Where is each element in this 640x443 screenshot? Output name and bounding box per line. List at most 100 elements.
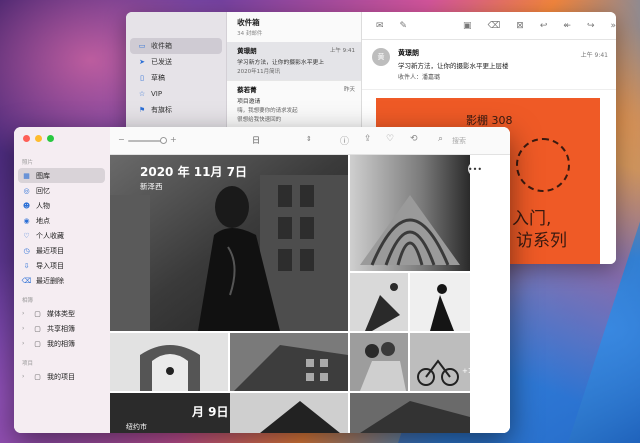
message-preview: 很想给我快速回的 [237, 117, 282, 123]
mailbox-label: 收件箱 [151, 42, 172, 50]
flag-icon: ⚑ [138, 106, 146, 114]
chevron-right-icon[interactable]: › [22, 325, 28, 332]
memories-icon: ◎ [23, 186, 30, 195]
photo-tile-silhouette[interactable] [410, 273, 470, 331]
photo-tile-tunnel[interactable] [350, 155, 470, 271]
view-stepper-icon[interactable]: ⇕ [306, 135, 312, 143]
message-sender: 蔡若菁 [237, 86, 257, 94]
sidebar-item[interactable]: ⇩ 导入项目 [14, 258, 110, 273]
mailbox-item[interactable]: ☆ VIP [126, 86, 226, 102]
mailbox-item[interactable]: ⚑ 有旗标 [126, 102, 226, 118]
sidebar-item-label: 共享相簿 [47, 324, 75, 333]
close-button[interactable] [23, 135, 30, 142]
zoom-slider[interactable] [128, 137, 167, 144]
photo-tile-street[interactable] [350, 393, 470, 433]
sidebar-item[interactable]: › ▢ 共享相簿 [14, 321, 110, 336]
compose-icon[interactable]: ✎ [400, 21, 408, 31]
zoom-slider-knob[interactable] [160, 137, 167, 144]
sidebar-item[interactable]: ◎ 回忆 [14, 183, 110, 198]
rotate-icon[interactable]: ⟲ [410, 134, 418, 144]
reply-all-icon[interactable]: ↞ [563, 21, 571, 31]
moment-date: 2020 年 11月 7日 [140, 165, 247, 179]
sidebar-item[interactable]: ⌫ 最近删除 [14, 273, 110, 288]
photo-tile-building[interactable] [230, 333, 348, 391]
photo-tile-cyclist[interactable] [410, 333, 470, 391]
sidebar-item[interactable]: ◷ 最近项目 [14, 243, 110, 258]
sidebar-item[interactable]: › ▢ 媒体类型 [14, 306, 110, 321]
sidebar-item-label: 媒体类型 [47, 309, 75, 318]
photo-tile-arch[interactable] [110, 333, 228, 391]
message-row[interactable]: 黄璟朗 上午 9:41 学习新方法，让你的摄影水平更上 2020年11月简讯 [227, 42, 361, 81]
sidebar-item[interactable]: ♡ 个人收藏 [14, 228, 110, 243]
more-chevron-icon[interactable]: » [610, 21, 616, 31]
sidebar-item[interactable]: ▦ 图库 [18, 168, 105, 183]
message-date: 上午 9:41 [580, 52, 608, 59]
photos-toolbar: − + 日 ⇕ ⓘ ⇪ ♡ ⟲ ⌕ 搜索 [110, 127, 510, 155]
imports-icon: ⇩ [23, 261, 30, 270]
message-row[interactable]: 蔡若菁 昨天 项目邀请 嗨，我想要你的请求发起 很想给我快速回的 [227, 81, 361, 129]
sidebar-section-title: 相簿 [22, 298, 34, 304]
sidebar-section-title: 项目 [22, 361, 34, 367]
share-icon[interactable]: ⇪ [364, 134, 372, 144]
star-icon: ☆ [138, 90, 146, 98]
zoom-in-icon[interactable]: + [170, 135, 177, 144]
sidebar-section-title: 照片 [22, 160, 34, 166]
photo-tile-couple[interactable] [350, 333, 408, 391]
reply-icon[interactable]: ↩ [540, 21, 548, 31]
sidebar-item-label: 导入项目 [36, 261, 64, 270]
view-mode-label[interactable]: 日 [252, 135, 260, 146]
search-icon[interactable]: ⌕ [438, 134, 443, 144]
sidebar-item-label: 回忆 [36, 186, 50, 195]
photo-grid-tiles [110, 155, 470, 433]
chevron-right-icon[interactable]: › [22, 310, 28, 317]
favorite-icon[interactable]: ♡ [386, 134, 394, 144]
trash-icon[interactable]: ⌫ [488, 21, 501, 31]
mailbox-label: 已发送 [151, 58, 172, 66]
inbox-icon: ▭ [138, 42, 146, 50]
message-subject: 项目邀请 [237, 99, 261, 105]
more-options-button[interactable]: ••• [468, 162, 482, 176]
favorites-icon: ♡ [23, 231, 30, 240]
message-preview: 嗨，我想要你的请求发起 [237, 108, 298, 114]
zoom-button[interactable] [47, 135, 54, 142]
sidebar-item[interactable]: › ▢ 我的相簿 [14, 336, 110, 351]
message-time: 上午 9:41 [329, 48, 355, 54]
message-header: 黄 黄璟朗 学习新方法，让你的摄影水平更上层楼 收件人：潘嘉璐 [361, 40, 616, 90]
search-input[interactable]: 搜索 [452, 136, 466, 146]
people-icon: ☻ [22, 201, 31, 210]
banner-title: 影棚 308 [465, 114, 513, 127]
photos-window: 照片 ▦ 图库 ◎ 回忆 ☻ 人物 ◉ 地点 ♡ 个人收藏 ◷ 最近项目 ⇩ 导入项目 ⌫ 最近删除相簿 › ▢ 媒体… [14, 127, 510, 433]
photo-grid: 2020 年 11月 7日 新泽西 ••• +1 月 9日 纽约市 [110, 155, 510, 433]
library-icon: ▦ [23, 171, 30, 180]
sidebar-item-label: 我的相簿 [47, 339, 75, 348]
zoom-out-icon[interactable]: − [118, 135, 125, 144]
junk-icon[interactable]: ⊠ [516, 21, 524, 31]
sidebar-item[interactable]: ◉ 地点 [14, 213, 110, 228]
info-icon[interactable]: ⓘ [340, 134, 349, 147]
envelope-icon[interactable]: ✉ [376, 21, 384, 31]
sun-graphic-icon [515, 138, 570, 192]
sidebar-item[interactable]: ☻ 人物 [14, 198, 110, 213]
mailbox-item[interactable]: ➤ 已发送 [126, 54, 226, 70]
sidebar-item[interactable]: › ▢ 我的项目 [14, 369, 110, 384]
folder-icon: ▢ [34, 309, 41, 318]
moment-date: 月 9日 [192, 405, 229, 419]
sidebar-item-label: 图库 [36, 171, 50, 180]
photo-tile-dancer[interactable] [350, 273, 408, 331]
sent-icon: ➤ [139, 58, 145, 66]
chevron-right-icon[interactable]: › [22, 373, 28, 380]
forward-icon[interactable]: ↪ [587, 21, 595, 31]
message-subject-title: 学习新方法，让你的摄影水平更上层楼 [397, 62, 509, 70]
sender-name: 黄璟朗 [397, 49, 419, 57]
sidebar-item-label: 个人收藏 [36, 231, 64, 240]
mailbox-item[interactable]: ▭ 收件箱 [130, 38, 223, 54]
chevron-right-icon[interactable]: › [22, 340, 28, 347]
folder-icon: ▢ [34, 339, 41, 348]
minimize-button[interactable] [35, 135, 42, 142]
mailbox-item[interactable]: ▯ 草稿 [126, 70, 226, 86]
message-preview: 2020年11月简讯 [237, 69, 281, 75]
moment-location: 纽约市 [126, 423, 147, 431]
archive-icon[interactable]: ▣ [463, 21, 472, 31]
sidebar-item-label: 最近删除 [36, 276, 64, 285]
recipient-line: 收件人：潘嘉璐 [397, 74, 440, 81]
